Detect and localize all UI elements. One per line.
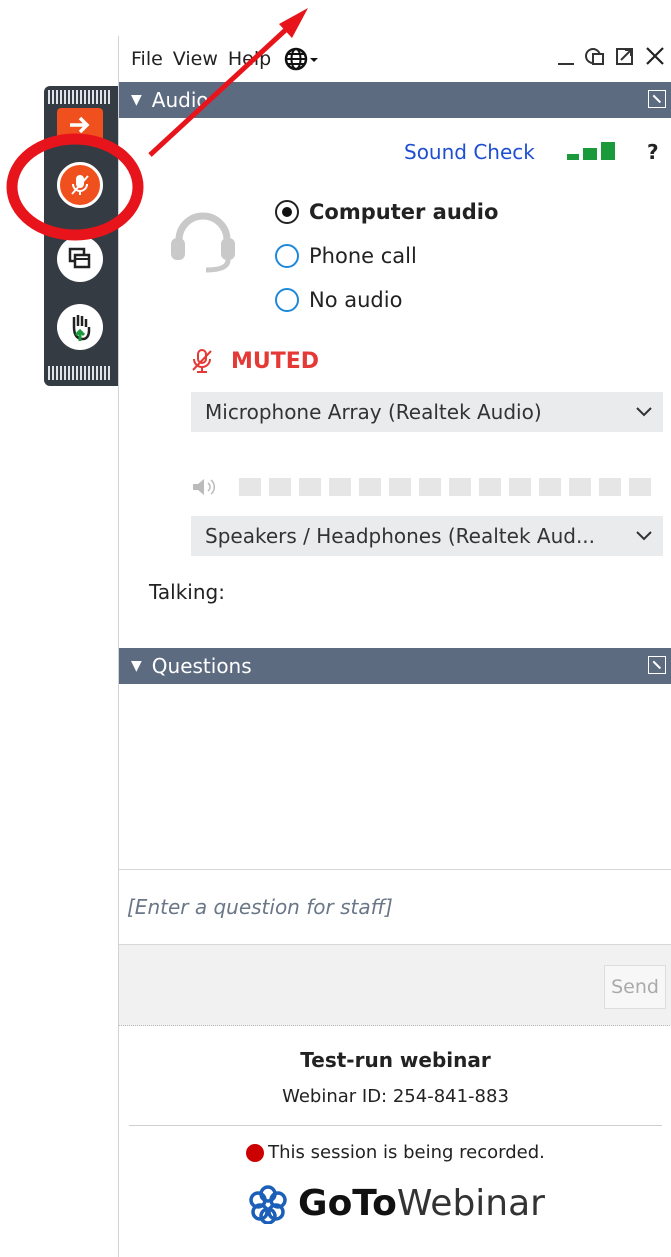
microphone-value: Microphone Array (Realtek Audio) xyxy=(205,400,542,424)
option-label: Computer audio xyxy=(309,200,499,224)
option-label: Phone call xyxy=(309,244,417,268)
speaker-level xyxy=(191,476,651,498)
webinar-title: Test-run webinar xyxy=(300,1048,491,1072)
question-input[interactable]: [Enter a question for staff] xyxy=(119,870,671,945)
record-dot-icon xyxy=(246,1143,265,1162)
mic-muted-icon[interactable] xyxy=(57,162,103,208)
muted-indicator[interactable]: MUTED xyxy=(189,348,319,374)
webinar-panel: File View Help ▼ Audio Sound Check ? Com… xyxy=(118,36,671,1257)
popout-icon[interactable] xyxy=(614,44,636,76)
help-button[interactable]: ? xyxy=(647,140,659,164)
recording-text: This session is being recorded. xyxy=(268,1142,545,1163)
radio-computer-audio[interactable]: Computer audio xyxy=(275,200,498,224)
screen-icon[interactable] xyxy=(57,236,103,282)
audio-header[interactable]: ▼ Audio xyxy=(119,82,671,118)
webinar-id: Webinar ID: 254-841-883 xyxy=(282,1086,509,1107)
questions-header[interactable]: ▼ Questions xyxy=(119,648,671,684)
divider xyxy=(129,1125,662,1126)
logo-webinar: Webinar xyxy=(396,1183,545,1224)
chevron-down-icon xyxy=(636,531,652,541)
globe-icon[interactable] xyxy=(283,46,321,72)
gotowebinar-logo: GoTo Webinar xyxy=(119,1183,671,1224)
radio-dot[interactable] xyxy=(275,244,299,268)
radio-phone-call[interactable]: Phone call xyxy=(275,244,417,268)
close-icon[interactable] xyxy=(644,44,666,76)
footer: Test-run webinar Webinar ID: 254-841-883… xyxy=(119,1048,671,1224)
raise-hand-icon[interactable] xyxy=(57,304,103,350)
signal-meter-icon xyxy=(567,142,615,160)
level-meter xyxy=(239,478,651,496)
minimize-icon[interactable] xyxy=(556,44,576,76)
menu-view[interactable]: View xyxy=(169,48,224,70)
mic-muted-icon xyxy=(192,349,212,373)
grip-top[interactable] xyxy=(48,90,112,104)
annotation-arrowhead xyxy=(279,8,308,38)
expand-icon[interactable] xyxy=(648,90,666,108)
recording-notice: This session is being recorded. xyxy=(119,1142,671,1163)
chevron-down-icon xyxy=(636,407,652,417)
radio-no-audio[interactable]: No audio xyxy=(275,288,402,312)
flower-logo-icon xyxy=(249,1184,287,1224)
muted-label: MUTED xyxy=(231,348,320,374)
expand-icon[interactable] xyxy=(648,656,666,674)
grip-bottom[interactable] xyxy=(48,366,112,380)
audio-section: Sound Check ? Computer audio Phone call … xyxy=(119,118,671,648)
questions-log xyxy=(119,684,671,870)
questions-title: Questions xyxy=(151,654,252,678)
speakers-value: Speakers / Headphones (Realtek Aud... xyxy=(205,524,596,548)
menu-file[interactable]: File xyxy=(119,48,169,70)
option-label: No audio xyxy=(309,288,403,312)
talking-label: Talking: xyxy=(149,580,225,604)
question-placeholder: [Enter a question for staff] xyxy=(127,895,393,919)
menu-help[interactable]: Help xyxy=(224,48,277,70)
control-tab xyxy=(44,86,118,386)
copy-window-icon[interactable] xyxy=(584,44,606,76)
send-button[interactable]: Send xyxy=(604,965,666,1009)
window-controls xyxy=(556,44,666,76)
speaker-icon xyxy=(193,479,216,495)
send-bar: Send xyxy=(119,945,671,1026)
logo-goto: GoTo xyxy=(298,1183,397,1224)
radio-dot[interactable] xyxy=(275,200,299,224)
collapse-icon[interactable]: ▼ xyxy=(131,92,142,108)
radio-dot[interactable] xyxy=(275,288,299,312)
menu-bar: File View Help xyxy=(119,36,671,82)
speakers-select[interactable]: Speakers / Headphones (Realtek Aud... xyxy=(191,516,663,556)
collapse-icon[interactable]: ▼ xyxy=(131,658,142,674)
sound-check-link[interactable]: Sound Check xyxy=(404,140,535,164)
audio-title: Audio xyxy=(151,88,209,112)
arrow-out-icon[interactable] xyxy=(57,108,103,142)
microphone-select[interactable]: Microphone Array (Realtek Audio) xyxy=(191,392,663,432)
headset-icon xyxy=(171,212,235,273)
